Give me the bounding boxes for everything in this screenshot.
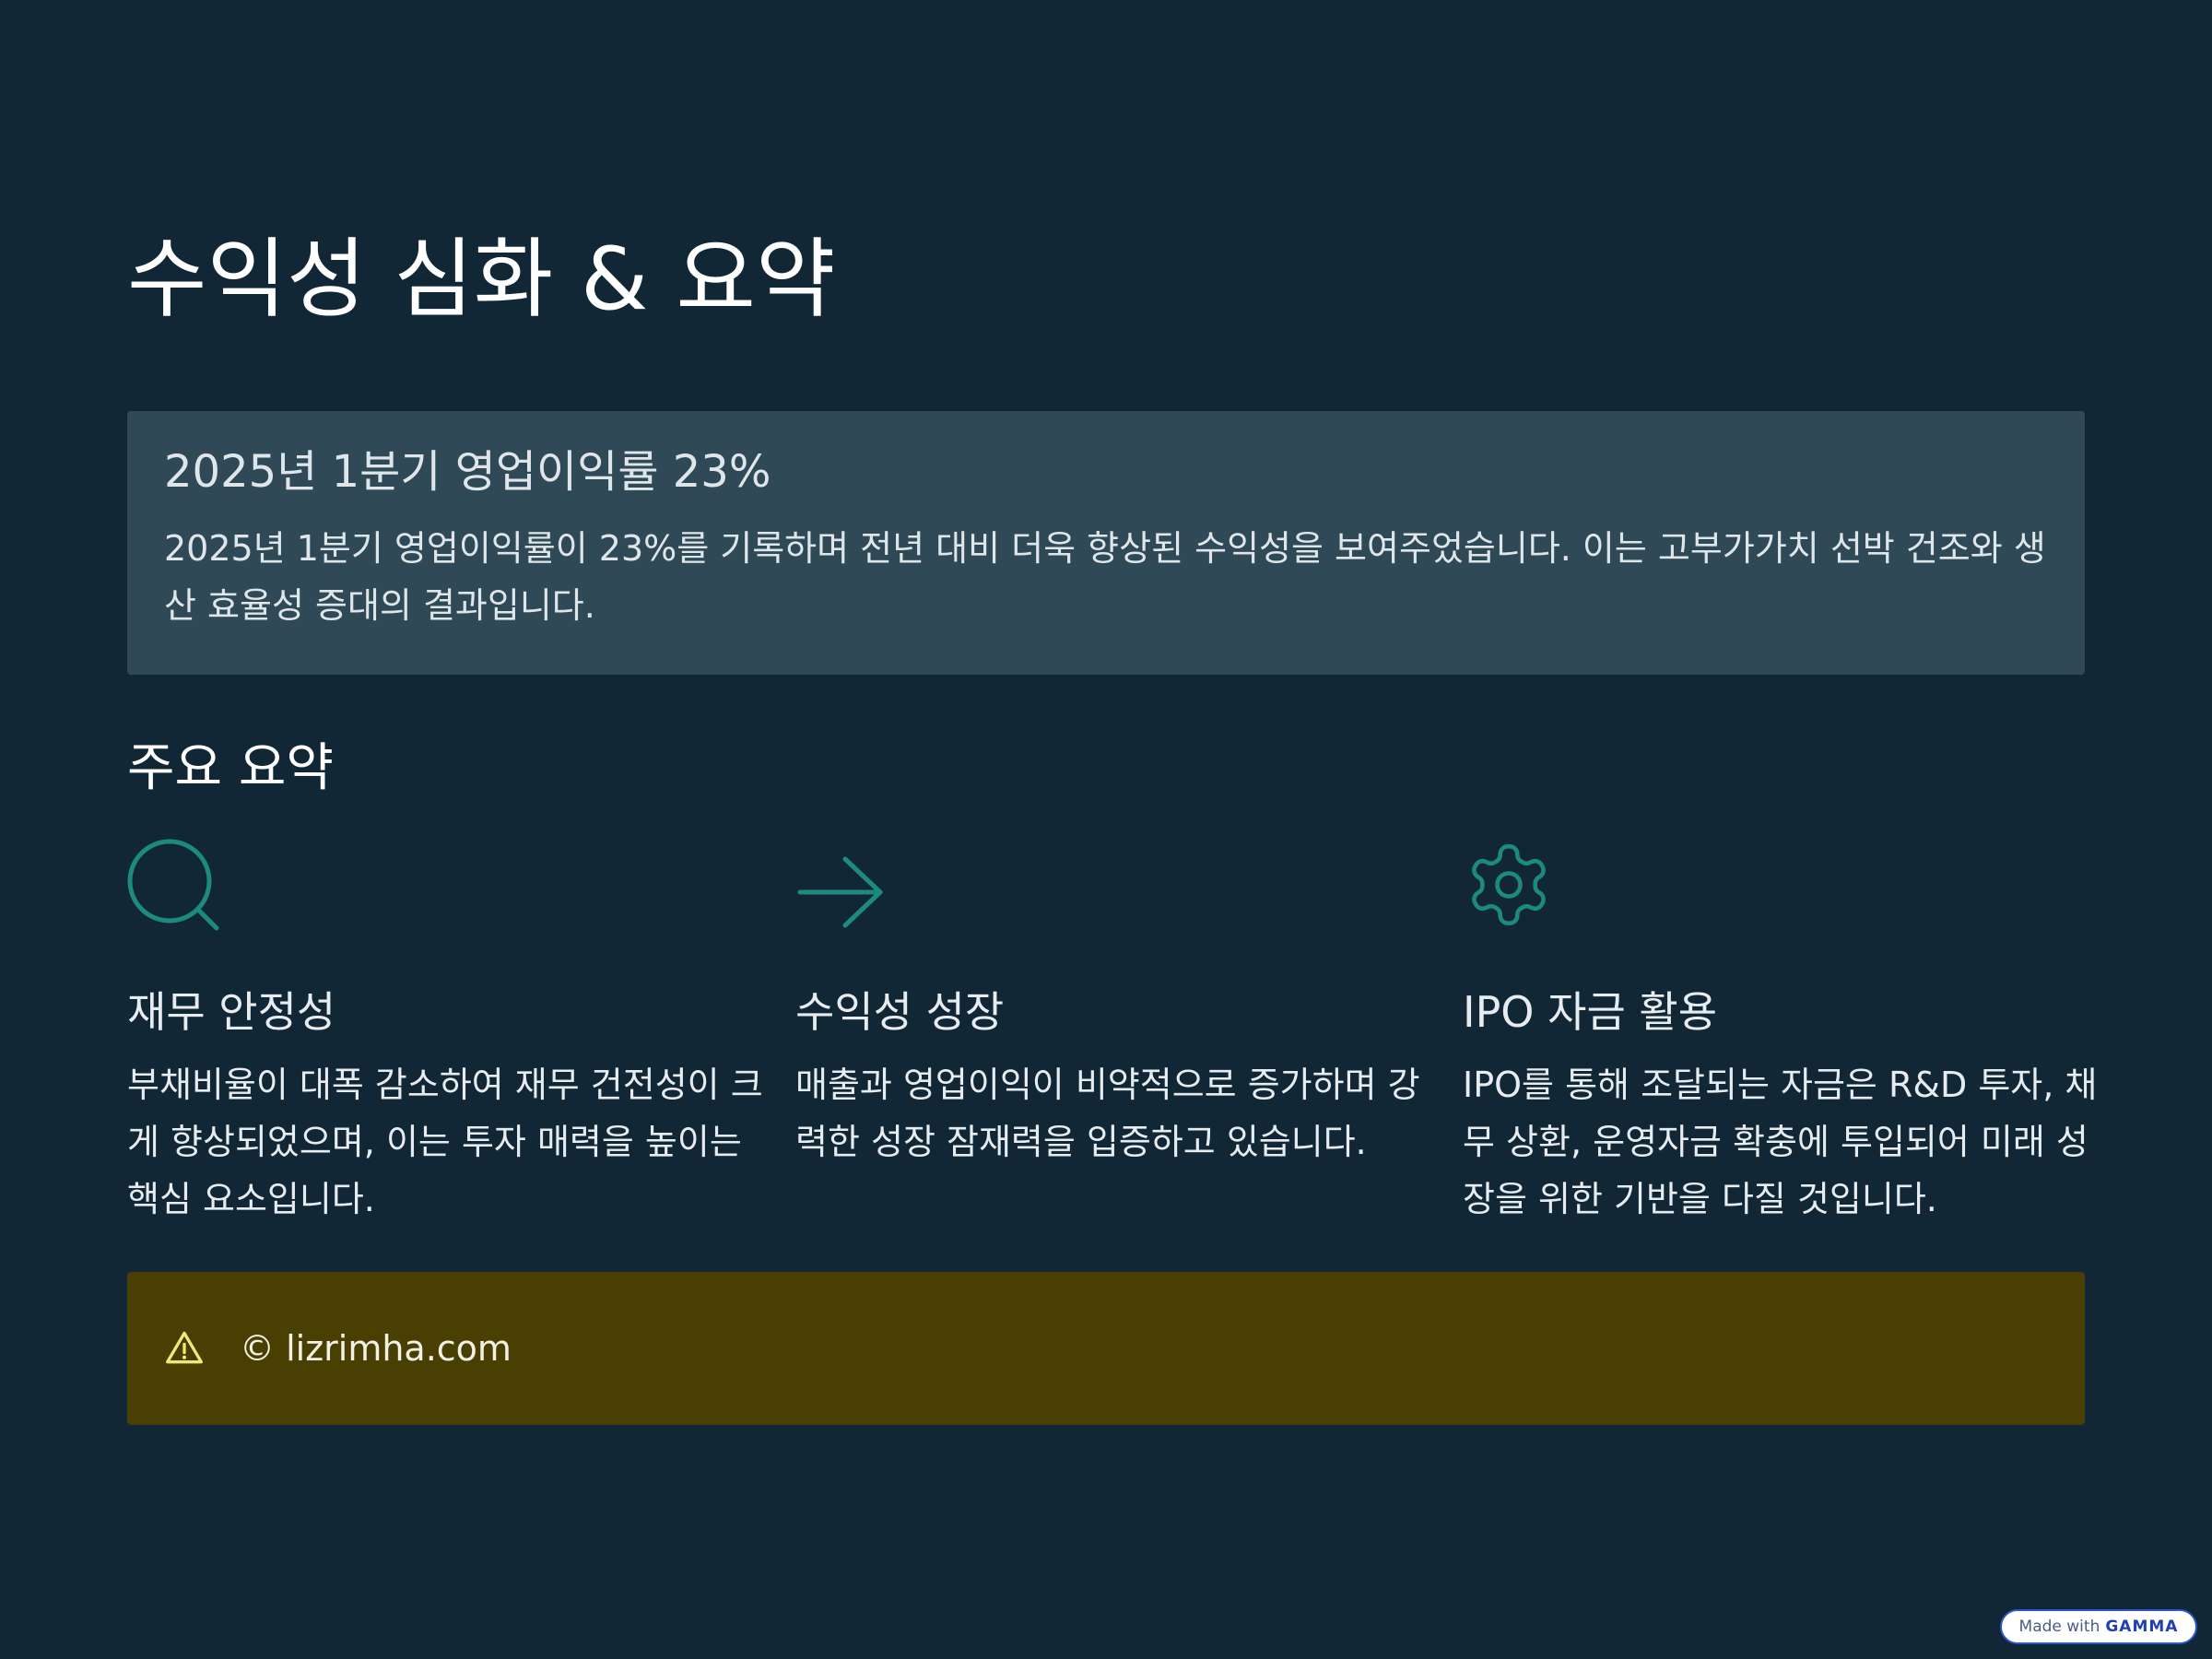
arrow-right-icon bbox=[797, 856, 883, 928]
card-body: 매출과 영업이익이 비약적으로 증가하며 강력한 성장 잠재력을 입증하고 있습… bbox=[795, 1065, 1420, 1162]
gamma-logo: GAMMA bbox=[2105, 1618, 2179, 1636]
made-with-gamma-badge[interactable]: Made with GAMMA bbox=[2000, 1609, 2197, 1644]
card-body: IPO를 통해 조달되는 자금은 R&D 투자, 채무 상환, 운영자금 확충에… bbox=[1463, 1065, 2098, 1219]
warning-icon bbox=[166, 1331, 203, 1364]
summary-card-ipo-funds: IPO 자금 활용 IPO를 통해 조달되는 자금은 R&D 투자, 채무 상환… bbox=[1463, 839, 2099, 1219]
card-body: 부채비율이 대폭 감소하여 재무 건전성이 크게 향상되었으며, 이는 투자 매… bbox=[127, 1065, 763, 1219]
summary-card-profit-growth: 수익성 성장 매출과 영업이익이 비약적으로 증가하며 강력한 성장 잠재력을 … bbox=[795, 839, 1431, 1162]
highlight-heading: 2025년 1분기 영업이익률 23% bbox=[164, 446, 771, 498]
summary-title: 주요 요약 bbox=[127, 738, 334, 798]
search-icon bbox=[127, 839, 219, 931]
badge-prefix: Made with bbox=[2018, 1618, 2100, 1636]
highlight-body: 2025년 1분기 영업이익률이 23%를 기록하며 전년 대비 더욱 향상된 … bbox=[164, 527, 2046, 626]
copyright-text: © lizrimha.com bbox=[240, 1328, 512, 1369]
page-title: 수익성 심화 & 요약 bbox=[127, 229, 836, 330]
card-heading: IPO 자금 활용 bbox=[1463, 987, 1718, 1037]
summary-card-financial-stability: 재무 안정성 부채비율이 대폭 감소하여 재무 건전성이 크게 향상되었으며, … bbox=[127, 839, 763, 1219]
copyright-notice: © lizrimha.com bbox=[127, 1272, 2085, 1425]
card-heading: 수익성 성장 bbox=[795, 987, 1005, 1037]
highlight-callout: 2025년 1분기 영업이익률 23% 2025년 1분기 영업이익률이 23%… bbox=[127, 411, 2085, 675]
gear-icon bbox=[1472, 844, 1546, 925]
card-heading: 재무 안정성 bbox=[127, 987, 336, 1037]
